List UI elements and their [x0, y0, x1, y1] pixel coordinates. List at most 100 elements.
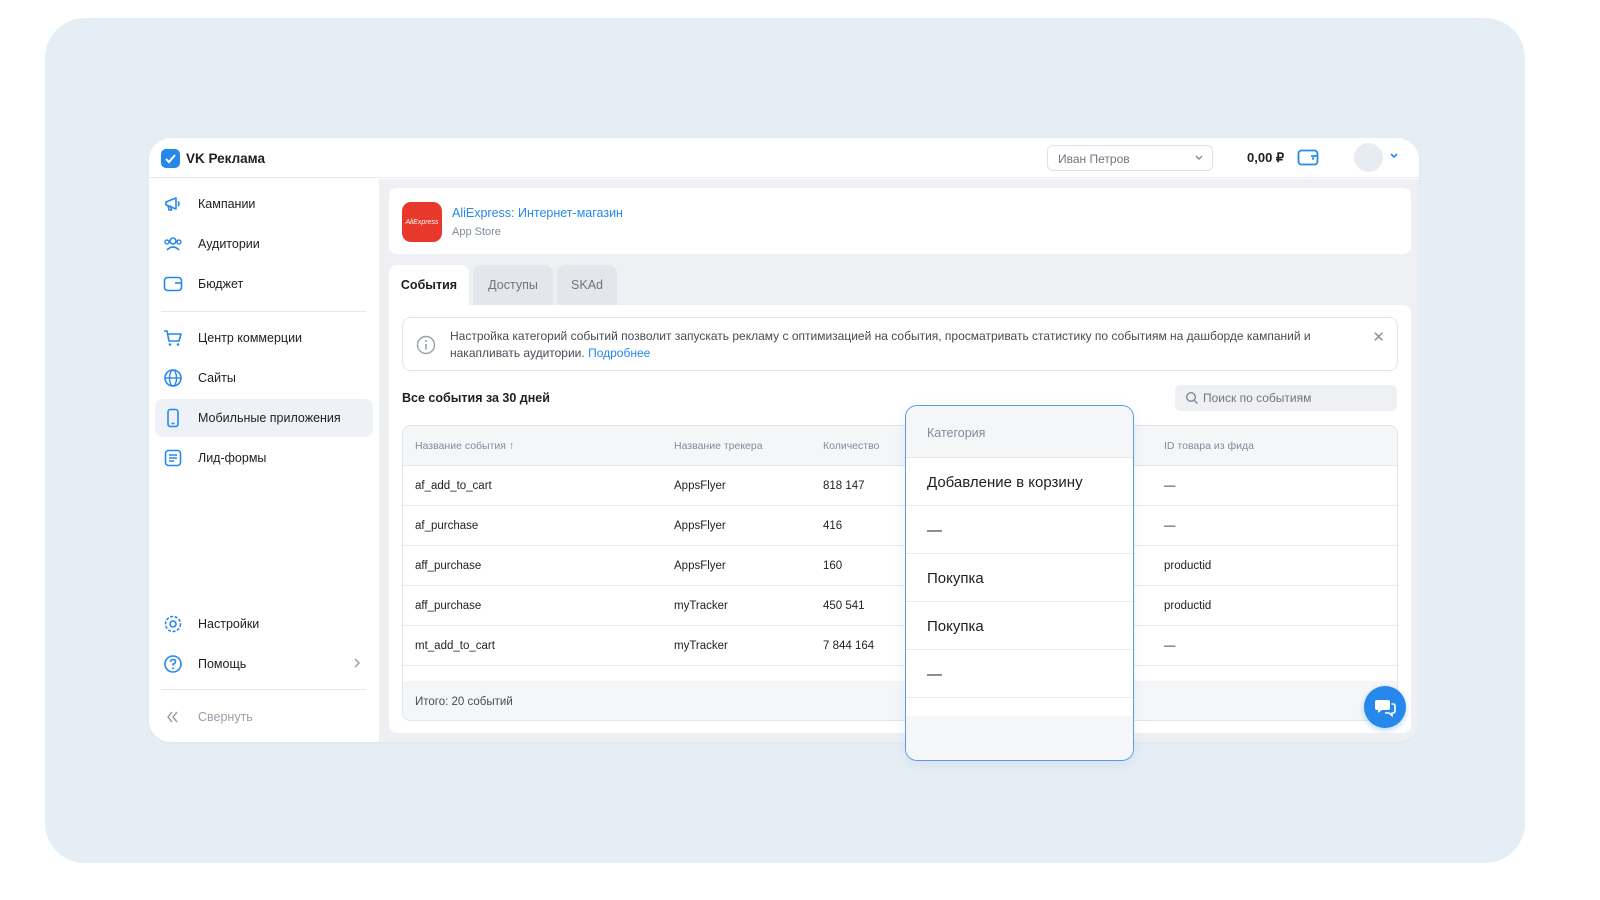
form-icon: [164, 449, 182, 467]
event-count: 450 541: [823, 600, 865, 612]
event-name: mt_add_to_cart: [415, 640, 495, 652]
event-name: aff_purchase: [415, 560, 482, 572]
feed-id: productid: [1164, 560, 1212, 572]
sidebar: Кампании Аудитории Бюджет Центр коммерци…: [149, 179, 379, 742]
sidebar-divider: [161, 311, 366, 312]
sidebar-item-audiences[interactable]: Аудитории: [155, 225, 373, 263]
tracker-name: AppsFlyer: [674, 520, 726, 532]
event-count: 416: [823, 520, 843, 532]
sidebar-collapse-button[interactable]: Свернуть: [155, 698, 373, 736]
tracker-name: myTracker: [674, 640, 728, 652]
category-value: Добавление в корзину: [927, 474, 1083, 491]
help-icon: [164, 655, 182, 673]
app-window: VK Реклама Иван Петров 0,00 ₽ Кампании А…: [149, 138, 1419, 742]
sidebar-item-label: Лид-формы: [198, 451, 267, 465]
sidebar-item-label: Кампании: [198, 197, 256, 211]
event-name: af_purchase: [415, 520, 479, 532]
sidebar-item-sites[interactable]: Сайты: [155, 359, 373, 397]
events-table: Название события ↑ Название трекера Коли…: [402, 425, 1398, 721]
tracker-name: myTracker: [674, 600, 728, 612]
aliexpress-app-icon: AliExpress: [402, 202, 442, 242]
double-chevron-left-icon: [167, 711, 178, 723]
more-link[interactable]: Подробнее: [588, 346, 650, 360]
app-title: VK Реклама: [186, 151, 266, 166]
table-row[interactable]: aff_purchase AppsFlyer 160 productid: [403, 546, 1397, 586]
tab-skad[interactable]: SKAd: [557, 265, 617, 305]
table-row[interactable]: af_add_to_cart AppsFlyer 818 147 —: [403, 466, 1397, 506]
column-feed-id[interactable]: ID товара из фида: [1164, 440, 1254, 452]
tab-access[interactable]: Доступы: [473, 265, 553, 305]
search-input[interactable]: [1203, 385, 1393, 411]
sidebar-item-mobile-apps[interactable]: Мобильные приложения: [155, 399, 373, 437]
category-cell[interactable]: —: [906, 650, 1133, 698]
sidebar-item-label: Сайты: [198, 371, 236, 385]
sidebar-item-commerce[interactable]: Центр коммерции: [155, 319, 373, 357]
chevron-down-icon[interactable]: [1389, 152, 1399, 160]
category-column-highlight: Категория Добавление в корзину — Покупка…: [905, 405, 1134, 761]
events-panel: Настройка категорий событий позволит зап…: [389, 305, 1411, 733]
event-name: af_add_to_cart: [415, 480, 492, 492]
category-value: Покупка: [927, 618, 984, 635]
column-event-name[interactable]: Название события ↑: [415, 440, 514, 452]
category-value: —: [927, 666, 942, 683]
events-title: Все события за 30 дней: [402, 391, 550, 405]
avatar[interactable]: [1354, 143, 1383, 172]
feed-id: —: [1164, 640, 1176, 652]
chevron-down-icon: [1195, 155, 1203, 160]
close-icon[interactable]: ✕: [1372, 328, 1385, 346]
category-cell[interactable]: Покупка: [906, 602, 1133, 650]
logo[interactable]: VK Реклама: [161, 149, 265, 168]
table-row[interactable]: aff_purchase myTracker 450 541 productid: [403, 586, 1397, 626]
sidebar-item-budget[interactable]: Бюджет: [155, 265, 373, 303]
sidebar-item-lead-forms[interactable]: Лид-формы: [155, 439, 373, 477]
account-select[interactable]: Иван Петров: [1047, 145, 1213, 171]
top-bar: VK Реклама Иван Петров 0,00 ₽: [149, 138, 1419, 178]
info-message: Настройка категорий событий позволит зап…: [450, 329, 1311, 360]
balance: 0,00 ₽: [1247, 150, 1285, 165]
gear-icon: [164, 615, 182, 633]
table-row[interactable]: mt_add_to_cart myTracker 7 844 164 —: [403, 626, 1397, 666]
category-footer: [906, 716, 1133, 760]
category-cell[interactable]: Покупка: [906, 554, 1133, 602]
table-footer: Итого: 20 событий: [403, 681, 1397, 720]
column-tracker[interactable]: Название трекера: [674, 440, 763, 452]
sidebar-item-label: Аудитории: [198, 237, 260, 251]
wallet-icon[interactable]: [1297, 148, 1319, 171]
chevron-right-icon: [354, 658, 361, 668]
sidebar-item-help[interactable]: Помощь: [155, 645, 373, 683]
column-count[interactable]: Количество: [823, 440, 879, 452]
sidebar-item-label: Помощь: [198, 657, 247, 671]
app-name-link[interactable]: AliExpress: Интернет-магазин: [452, 206, 623, 220]
events-total: Итого: 20 событий: [415, 696, 513, 708]
main-content: AliExpress AliExpress: Интернет-магазин …: [379, 179, 1419, 742]
phone-icon: [167, 408, 179, 428]
info-text: Настройка категорий событий позволит зап…: [450, 328, 1330, 362]
chat-icon: [1375, 700, 1396, 717]
category-value: Покупка: [927, 570, 984, 587]
users-icon: [164, 237, 182, 251]
event-count: 160: [823, 560, 843, 572]
category-value: —: [927, 522, 942, 539]
account-name: Иван Петров: [1058, 152, 1130, 166]
category-header-label: Категория: [927, 426, 986, 440]
sidebar-item-label: Мобильные приложения: [198, 411, 341, 425]
collapse-label: Свернуть: [198, 710, 253, 724]
sidebar-item-label: Бюджет: [198, 277, 244, 291]
globe-icon: [164, 369, 182, 387]
vk-logo-icon: [161, 149, 180, 168]
app-card: AliExpress AliExpress: Интернет-магазин …: [389, 188, 1411, 254]
sidebar-item-campaigns[interactable]: Кампании: [155, 185, 373, 223]
tracker-name: AppsFlyer: [674, 480, 726, 492]
category-cell[interactable]: Добавление в корзину: [906, 458, 1133, 506]
sidebar-item-label: Настройки: [198, 617, 260, 631]
feed-id: —: [1164, 480, 1176, 492]
table-row[interactable]: af_purchase AppsFlyer 416 —: [403, 506, 1397, 546]
sidebar-item-settings[interactable]: Настройки: [155, 605, 373, 643]
chat-button[interactable]: [1364, 686, 1406, 728]
events-search[interactable]: [1175, 385, 1397, 411]
category-cell[interactable]: —: [906, 506, 1133, 554]
tab-events[interactable]: События: [389, 265, 469, 305]
info-icon: [416, 335, 436, 355]
app-store: App Store: [452, 226, 501, 238]
category-header[interactable]: Категория: [906, 406, 1133, 458]
